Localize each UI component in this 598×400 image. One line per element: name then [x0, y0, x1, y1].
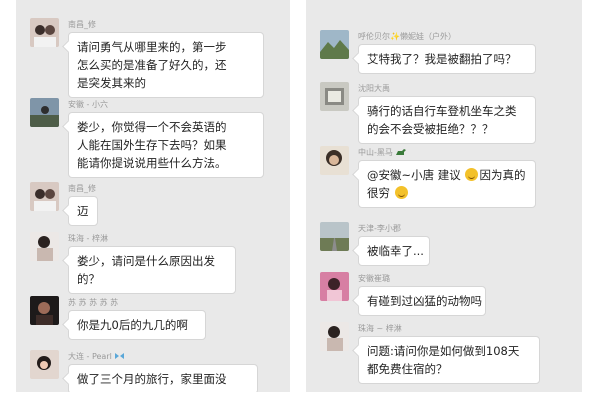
message-bubble[interactable]: 娄少，请问是什么原因出发 的？: [68, 246, 236, 294]
message-line: 娄少，请问是什么原因出发: [77, 254, 215, 268]
sender-name: 南昌_修: [68, 184, 96, 193]
message-line: 你是九0后的九几的啊: [77, 318, 188, 332]
message-line: 的会不会受被拒绝？？？: [367, 122, 494, 136]
message-bubble[interactable]: 艾特我了？我是被翻拍了吗？: [358, 44, 536, 74]
message-line: 骑行的话自行车登机坐车之类: [367, 104, 517, 118]
message-bubble[interactable]: 迈: [68, 196, 98, 226]
avatar[interactable]: [30, 98, 59, 127]
message-bubble[interactable]: 骑行的话自行车登机坐车之类 的会不会受被拒绝？？？: [358, 96, 536, 144]
sender-name: 沈阳大禹: [358, 84, 390, 93]
message-line: 很穷: [367, 184, 527, 202]
message-bubble[interactable]: 请问勇气从哪里来的，第一步 怎么买的是准备了好久的，还 是突发其来的: [68, 32, 264, 98]
message-line: 是突发其来的: [77, 76, 146, 90]
avatar[interactable]: [30, 232, 59, 261]
chat-panel-left: 南昌_修 请问勇气从哪里来的，第一步 怎么买的是准备了好久的，还 是突发其来的 …: [16, 0, 290, 392]
smile-emoji-icon: [394, 186, 408, 199]
avatar[interactable]: [320, 30, 349, 59]
message-line: 做了三个月的旅行，家里面没: [77, 372, 227, 386]
horse-icon: [395, 149, 406, 155]
avatar[interactable]: [30, 296, 59, 325]
message-line: @安徽~小唐 建议 因为真的: [367, 168, 526, 182]
sender-name: 珠海 ~ 梓淋: [358, 324, 402, 333]
message-bubble[interactable]: 做了三个月的旅行，家里面没: [68, 364, 258, 392]
avatar[interactable]: [320, 82, 349, 111]
sender-name: 南昌_修: [68, 20, 96, 29]
grin-emoji-icon: [465, 168, 479, 181]
message-line: 人能在国外生存下去吗？如果: [77, 138, 227, 152]
message-bubble[interactable]: 你是九0后的九几的啊: [68, 310, 206, 340]
message-line: 怎么买的是准备了好久的，还: [77, 58, 227, 72]
avatar[interactable]: [320, 146, 349, 175]
sender-name: 呼伦贝尔✨懒妮娃（户外）: [358, 32, 456, 41]
avatar[interactable]: [320, 322, 349, 351]
avatar[interactable]: [30, 18, 59, 47]
message-line: 艾特我了？我是被翻拍了吗？: [367, 52, 517, 66]
sender-name: 安徽崔璐: [358, 274, 390, 283]
sender-name: 珠海 - 梓淋: [68, 234, 108, 243]
message-bubble[interactable]: 被临幸了...: [358, 236, 430, 266]
ribbon-icon: [114, 353, 124, 359]
message-bubble[interactable]: @安徽~小唐 建议 因为真的 很穷: [358, 160, 536, 208]
message-line: 被临幸了...: [367, 244, 424, 258]
message-line: 能请你提说说用些什么方法。: [77, 156, 227, 170]
message-bubble[interactable]: 有碰到过凶猛的动物吗: [358, 286, 486, 316]
avatar[interactable]: [30, 182, 59, 211]
sender-name: 中山-黑马: [358, 148, 407, 158]
message-line: 迈: [77, 204, 89, 218]
message-line: 娄少，你觉得一个不会英语的: [77, 120, 227, 134]
avatar[interactable]: [320, 222, 349, 251]
message-line: 有碰到过凶猛的动物吗: [367, 294, 482, 308]
message-bubble[interactable]: 娄少，你觉得一个不会英语的 人能在国外生存下去吗？如果 能请你提说说用些什么方法…: [68, 112, 264, 178]
sender-name: 安徽 - 小六: [68, 100, 108, 109]
message-bubble[interactable]: 问题:请问你是如何做到108天 都免费住宿的？: [358, 336, 540, 384]
message-line: 请问勇气从哪里来的，第一步: [77, 40, 227, 54]
sender-name: 天津-李小郡: [358, 224, 401, 233]
message-line: 都免费住宿的？: [367, 362, 448, 376]
avatar[interactable]: [30, 350, 59, 379]
message-line: 问题:请问你是如何做到108天: [367, 344, 520, 358]
sender-name: 苏 苏 苏 苏 苏: [68, 298, 119, 307]
message-line: 的？: [77, 272, 100, 286]
chat-panel-right: 呼伦贝尔✨懒妮娃（户外） 艾特我了？我是被翻拍了吗？ 沈阳大禹 骑行的话自行车登…: [306, 0, 582, 392]
avatar[interactable]: [320, 272, 349, 301]
sender-name: 大连 - Pearl: [68, 352, 125, 362]
